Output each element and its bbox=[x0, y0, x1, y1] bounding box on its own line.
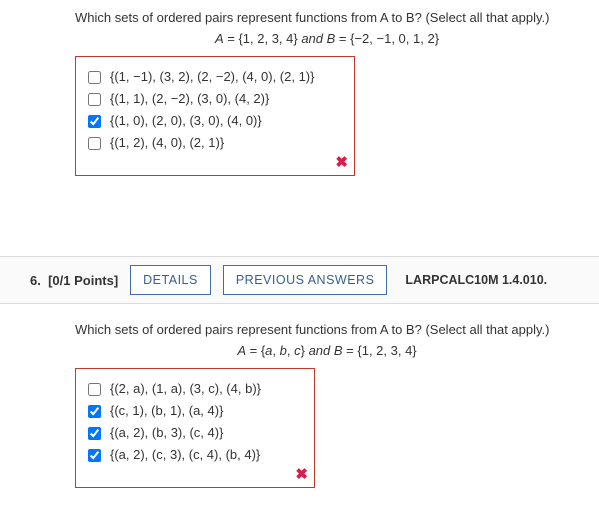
q2-option: {(c, 1), (b, 1), (a, 4)} bbox=[84, 403, 284, 421]
q2-option-4-checkbox[interactable] bbox=[88, 449, 101, 462]
question-1-prompt: Which sets of ordered pairs represent fu… bbox=[75, 10, 579, 25]
q1-option-2-checkbox[interactable] bbox=[88, 93, 101, 106]
q2-option-4-label: {(a, 2), (c, 3), (c, 4), (b, 4)} bbox=[110, 447, 260, 463]
question-2-block: Which sets of ordered pairs represent fu… bbox=[0, 304, 599, 508]
incorrect-icon: ✖ bbox=[295, 465, 308, 483]
question-6-header: 6. [0/1 Points] DETAILS PREVIOUS ANSWERS… bbox=[0, 256, 599, 304]
q-points-text: [0/1 Points] bbox=[48, 273, 118, 288]
q2-option-1-checkbox[interactable] bbox=[88, 383, 101, 396]
question-1-block: Which sets of ordered pairs represent fu… bbox=[0, 0, 599, 196]
q2-option: {(a, 2), (c, 3), (c, 4), (b, 4)} bbox=[84, 447, 284, 465]
q1-prompt-text: Which sets of ordered pairs represent fu… bbox=[75, 10, 550, 25]
question-1-sets: A = {1, 2, 3, 4} and B = {−2, −1, 0, 1, … bbox=[75, 31, 579, 46]
question-number: 6. [0/1 Points] bbox=[30, 273, 118, 288]
q2-option-1-label: {(2, a), (1, a), (3, c), (4, b)} bbox=[110, 381, 261, 397]
previous-answers-button[interactable]: PREVIOUS ANSWERS bbox=[223, 265, 388, 295]
question-reference: LARPCALC10M 1.4.010. bbox=[405, 273, 547, 287]
q1-option-2-label: {(1, 1), (2, −2), (3, 0), (4, 2)} bbox=[110, 91, 269, 107]
q2-option: {(a, 2), (b, 3), (c, 4)} bbox=[84, 425, 284, 443]
q1-option-1-checkbox[interactable] bbox=[88, 71, 101, 84]
details-button[interactable]: DETAILS bbox=[130, 265, 211, 295]
q2-option: {(2, a), (1, a), (3, c), (4, b)} bbox=[84, 381, 284, 399]
q1-option-3-checkbox[interactable] bbox=[88, 115, 101, 128]
question-2-prompt: Which sets of ordered pairs represent fu… bbox=[75, 322, 579, 337]
q2-option-2-label: {(c, 1), (b, 1), (a, 4)} bbox=[110, 403, 223, 419]
q1-option: {(1, 0), (2, 0), (3, 0), (4, 0)} bbox=[84, 113, 324, 131]
q1-option-4-label: {(1, 2), (4, 0), (2, 1)} bbox=[110, 135, 224, 151]
question-1-answer-box: {(1, −1), (3, 2), (2, −2), (4, 0), (2, 1… bbox=[75, 56, 355, 176]
q1-option: {(1, 2), (4, 0), (2, 1)} bbox=[84, 135, 324, 153]
q1-option-3-label: {(1, 0), (2, 0), (3, 0), (4, 0)} bbox=[110, 113, 262, 129]
spacer bbox=[0, 196, 599, 256]
q1-option-1-label: {(1, −1), (3, 2), (2, −2), (4, 0), (2, 1… bbox=[110, 69, 314, 85]
q2-option-3-checkbox[interactable] bbox=[88, 427, 101, 440]
q2-option-3-label: {(a, 2), (b, 3), (c, 4)} bbox=[110, 425, 223, 441]
q1-option: {(1, −1), (3, 2), (2, −2), (4, 0), (2, 1… bbox=[84, 69, 324, 87]
question-2-answer-box: {(2, a), (1, a), (3, c), (4, b)} {(c, 1)… bbox=[75, 368, 315, 488]
q2-prompt-text: Which sets of ordered pairs represent fu… bbox=[75, 322, 550, 337]
q2-option-2-checkbox[interactable] bbox=[88, 405, 101, 418]
q1-option-4-checkbox[interactable] bbox=[88, 137, 101, 150]
q1-option: {(1, 1), (2, −2), (3, 0), (4, 2)} bbox=[84, 91, 324, 109]
q-number-text: 6. bbox=[30, 273, 41, 288]
incorrect-icon: ✖ bbox=[335, 153, 348, 171]
question-2-sets: A = {a, b, c} and B = {1, 2, 3, 4} bbox=[75, 343, 579, 358]
